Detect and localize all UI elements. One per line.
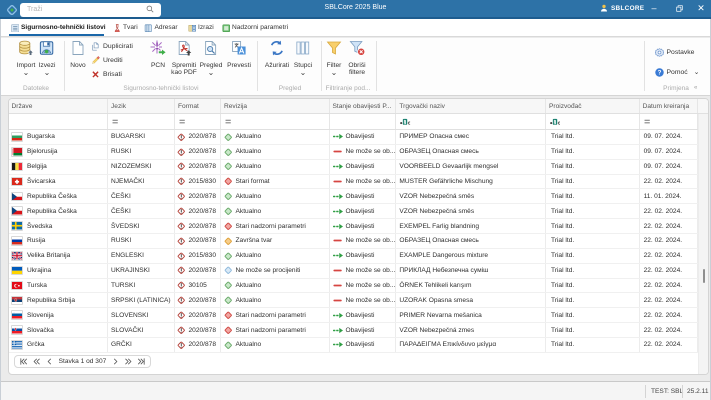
svg-text:?: ? [657, 69, 661, 76]
